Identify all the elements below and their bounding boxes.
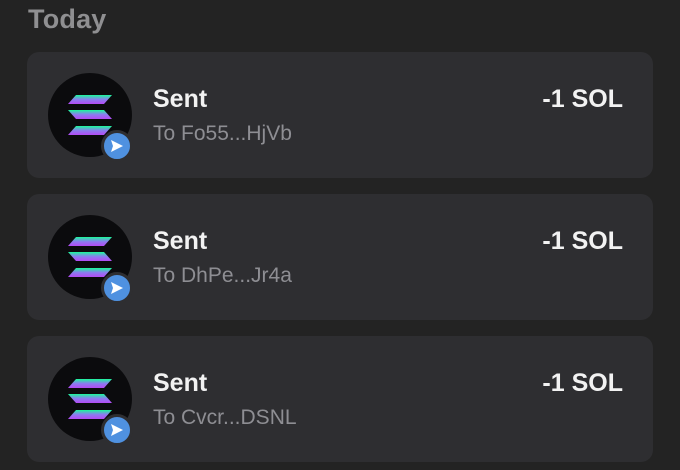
transaction-recipient: To Cvcr...DSNL: [153, 406, 297, 429]
send-badge: [101, 414, 133, 446]
transaction-amount: -1 SOL: [542, 227, 623, 255]
transaction-item[interactable]: Sent To Fo55...HjVb -1 SOL: [27, 52, 653, 178]
transaction-item[interactable]: Sent To DhPe...Jr4a -1 SOL: [27, 194, 653, 320]
solana-logo-icon: [68, 379, 112, 419]
transaction-title: Sent: [153, 369, 208, 397]
section-header-today: Today: [28, 4, 107, 34]
send-badge: [101, 130, 133, 162]
transaction-title: Sent: [153, 227, 208, 255]
transaction-recipient: To DhPe...Jr4a: [153, 264, 292, 287]
transaction-title: Sent: [153, 85, 208, 113]
transaction-amount: -1 SOL: [542, 369, 623, 397]
send-arrow-icon: [111, 140, 123, 152]
solana-logo-icon: [68, 95, 112, 135]
activity-screen: Today Sent To Fo55...HjVb -1 SOL Sent To…: [0, 0, 680, 470]
transaction-amount: -1 SOL: [542, 85, 623, 113]
transaction-recipient: To Fo55...HjVb: [153, 122, 292, 145]
send-badge: [101, 272, 133, 304]
solana-logo-icon: [68, 237, 112, 277]
send-arrow-icon: [111, 282, 123, 294]
transaction-item[interactable]: Sent To Cvcr...DSNL -1 SOL: [27, 336, 653, 462]
send-arrow-icon: [111, 424, 123, 436]
